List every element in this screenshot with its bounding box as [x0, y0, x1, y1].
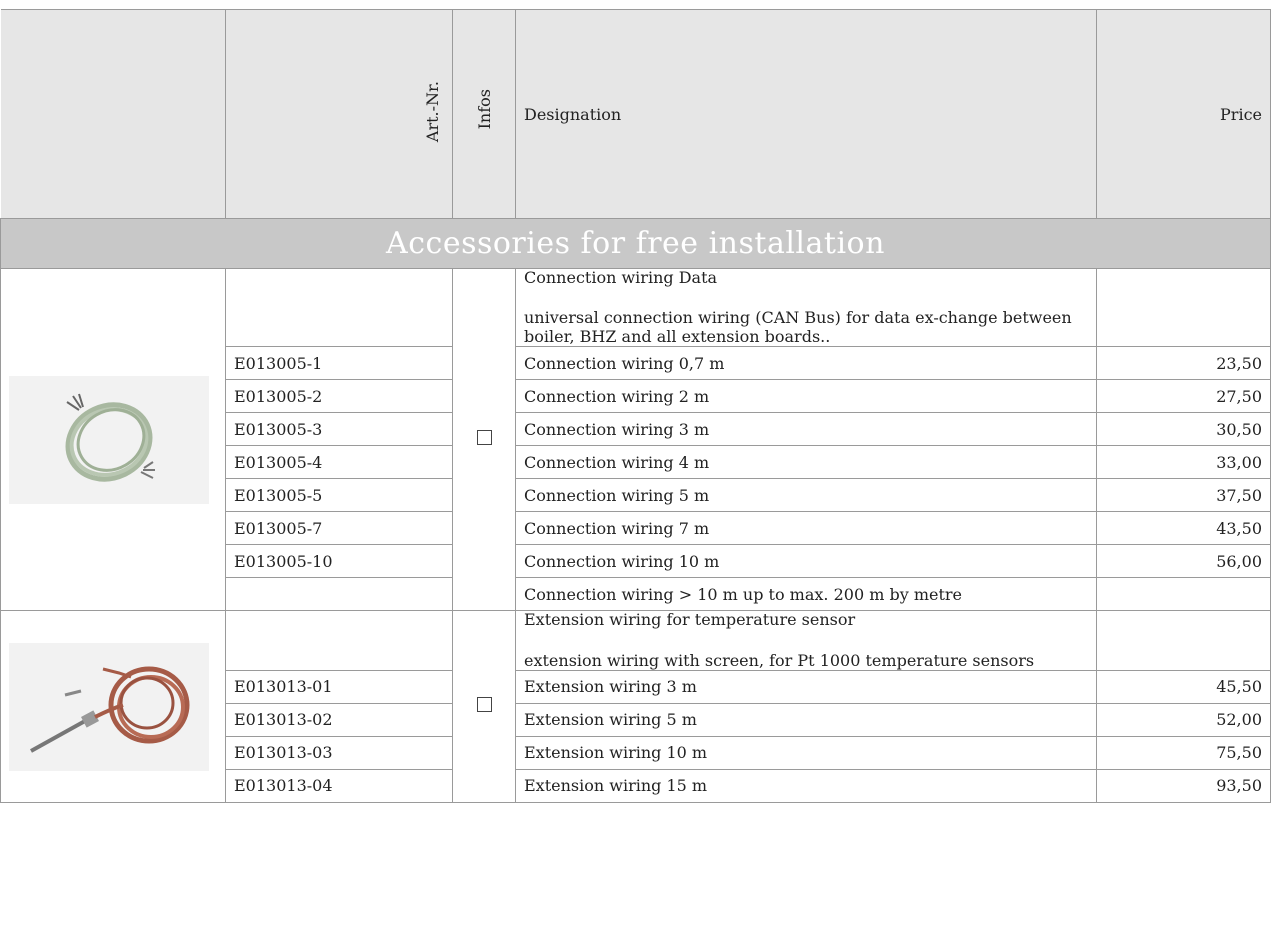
art-nr: E013013-02: [225, 702, 453, 737]
header-designation: Designation: [515, 9, 1097, 219]
product-image-cable-coil: [9, 375, 209, 504]
price: 33,00: [1096, 445, 1271, 480]
group-price-empty: [1096, 267, 1271, 348]
product-image-cell: [0, 267, 226, 612]
designation: Connection wiring 2 m: [515, 379, 1097, 414]
header-art-nr-label: Art.-Nr.: [423, 81, 442, 143]
designation: Extension wiring 5 m: [515, 702, 1097, 737]
table-header-row: Art.-Nr. Infos Designation Price: [0, 9, 1271, 219]
designation: Connection wiring 10 m: [515, 544, 1097, 579]
art-nr: E013013-04: [225, 768, 453, 803]
art-nr: E013005-2: [225, 379, 453, 414]
group-title: Extension wiring for temperature sensor: [524, 610, 856, 630]
art-nr: E013013-01: [225, 669, 453, 704]
group-title: Connection wiring Data: [524, 268, 718, 287]
group-art-empty: [225, 610, 453, 671]
art-nr: E013005-7: [225, 511, 453, 546]
price: 52,00: [1096, 702, 1271, 737]
group-description-cell: Connection wiring Data universal connect…: [515, 267, 1097, 348]
art-nr: E013005-1: [225, 346, 453, 381]
price: [1096, 577, 1271, 612]
art-nr: E013013-03: [225, 735, 453, 770]
designation: Connection wiring > 10 m up to max. 200 …: [515, 577, 1097, 612]
header-price: Price: [1096, 9, 1271, 219]
price-table: Art.-Nr. Infos Designation Price Accesso…: [0, 9, 1271, 803]
art-nr: [225, 577, 453, 612]
group-price-empty: [1096, 610, 1271, 671]
group-header-row: Extension wiring for temperature sensor …: [0, 610, 1271, 803]
art-nr: E013005-3: [225, 412, 453, 447]
header-infos: Infos: [452, 9, 516, 219]
group-description: universal connection wiring (CAN Bus) fo…: [524, 308, 1072, 346]
designation: Connection wiring 7 m: [515, 511, 1097, 546]
info-checkbox[interactable]: [476, 697, 492, 713]
price-list-page: Art.-Nr. Infos Designation Price Accesso…: [0, 0, 1280, 941]
price: 56,00: [1096, 544, 1271, 579]
designation: Connection wiring 4 m: [515, 445, 1097, 480]
group-description-cell: Extension wiring for temperature sensor …: [515, 610, 1097, 671]
price: 45,50: [1096, 669, 1271, 704]
section-header-row: Accessories for free installation: [0, 218, 1271, 269]
section-title: Accessories for free installation: [0, 218, 1271, 269]
product-image-temperature-sensor: [9, 642, 209, 771]
group-art-empty: [225, 267, 453, 348]
designation: Extension wiring 3 m: [515, 669, 1097, 704]
art-nr: E013005-10: [225, 544, 453, 579]
price: 37,50: [1096, 478, 1271, 513]
designation: Connection wiring 5 m: [515, 478, 1097, 513]
infos-cell: [452, 267, 516, 612]
art-nr: E013005-5: [225, 478, 453, 513]
group-header-row: Connection wiring Data universal connect…: [0, 267, 1271, 612]
price: 27,50: [1096, 379, 1271, 414]
designation: Extension wiring 15 m: [515, 768, 1097, 803]
price: 23,50: [1096, 346, 1271, 381]
price: 30,50: [1096, 412, 1271, 447]
designation: Extension wiring 10 m: [515, 735, 1097, 770]
product-image-cell: [0, 610, 226, 803]
price: 75,50: [1096, 735, 1271, 770]
art-nr: E013005-4: [225, 445, 453, 480]
header-image-column: [0, 9, 226, 219]
header-infos-label: Infos: [474, 88, 494, 130]
price: 93,50: [1096, 768, 1271, 803]
group-description: extension wiring with screen, for Pt 100…: [524, 650, 1035, 670]
infos-cell: [452, 610, 516, 803]
info-checkbox[interactable]: [476, 430, 492, 446]
designation: Connection wiring 3 m: [515, 412, 1097, 447]
price: 43,50: [1096, 511, 1271, 546]
designation: Connection wiring 0,7 m: [515, 346, 1097, 381]
header-art-nr: Art.-Nr.: [225, 9, 453, 219]
